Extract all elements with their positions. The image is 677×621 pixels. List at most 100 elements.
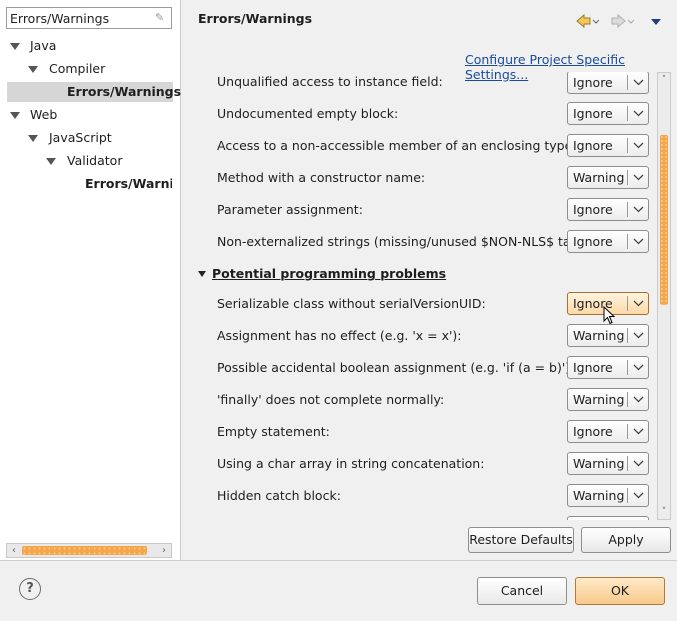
back-button[interactable]: [575, 12, 600, 30]
combo-divider: [627, 106, 628, 121]
combo-value: Ignore: [573, 202, 613, 217]
combo-value: Warning: [573, 456, 625, 471]
scrollbar-thumb[interactable]: [660, 135, 668, 305]
collapse-icon[interactable]: [10, 112, 20, 119]
collapse-icon[interactable]: [198, 271, 206, 277]
setting-label: Method with a constructor name:: [217, 170, 426, 185]
tree-item-javascript[interactable]: JavaScript: [8, 128, 168, 148]
content-vertical-scrollbar[interactable]: ˄ ˅: [657, 72, 671, 520]
tree-item-compiler[interactable]: Compiler: [8, 59, 168, 79]
tree-item-label: Compiler: [49, 61, 106, 76]
setting-combo[interactable]: Ignore: [567, 198, 649, 221]
setting-label: Access to a non-accessible member of an …: [217, 138, 577, 153]
scroll-right-icon[interactable]: ›: [158, 544, 170, 557]
chevron-down-icon: [633, 110, 644, 117]
combo-value: Warning: [573, 170, 625, 185]
filter-field[interactable]: ✎: [6, 7, 172, 29]
combo-divider: [627, 328, 628, 343]
combo-divider: [627, 202, 628, 217]
scroll-down-icon[interactable]: ˅: [659, 506, 669, 518]
tree-item-errors-warnings-web[interactable]: Errors/Warnings: [8, 174, 172, 194]
setting-combo[interactable]: Warning: [567, 324, 649, 347]
scroll-up-icon[interactable]: ˄: [659, 74, 669, 86]
combo-value: Ignore: [573, 424, 613, 439]
combo-value: Warning: [573, 392, 625, 407]
help-icon[interactable]: ?: [19, 578, 41, 600]
setting-combo[interactable]: Ignore: [567, 420, 649, 443]
setting-label: Possible accidental boolean assignment (…: [217, 360, 575, 375]
setting-combo[interactable]: Ignore: [567, 102, 649, 125]
collapse-icon[interactable]: [10, 43, 20, 50]
tree-item-java[interactable]: Java: [8, 36, 168, 56]
combo-divider: [627, 392, 628, 407]
chevron-down-icon: [633, 238, 644, 245]
view-menu-button[interactable]: [649, 12, 663, 30]
tree-item-web[interactable]: Web: [8, 105, 168, 125]
ok-button[interactable]: OK: [575, 577, 665, 605]
chevron-down-icon: [633, 428, 644, 435]
tree-item-errors-warnings-java[interactable]: Errors/Warnings: [8, 82, 181, 102]
combo-divider: [627, 75, 628, 90]
chevron-down-icon: [633, 174, 644, 181]
setting-combo[interactable]: Ignore: [567, 230, 649, 253]
setting-combo[interactable]: Warning: [567, 452, 649, 475]
preference-tree-panel: ✎ Java Compiler Errors/Warnings Web Java…: [0, 0, 181, 560]
forward-arrow-icon: [611, 13, 635, 29]
forward-button[interactable]: [610, 12, 635, 30]
setting-combo[interactable]: Warning: [567, 388, 649, 411]
combo-divider: [627, 456, 628, 471]
chevron-down-icon: [633, 79, 644, 86]
section-potential-programming-problems[interactable]: Potential programming problems: [198, 266, 446, 281]
setting-label: 'finally' does not complete normally:: [217, 392, 445, 407]
combo-value: Ignore: [573, 106, 613, 121]
combo-value: Warning: [573, 488, 625, 503]
view-menu-icon: [651, 19, 661, 25]
collapse-icon[interactable]: [28, 66, 38, 73]
tree-item-label: Validator: [67, 153, 123, 168]
tree-item-label: Java: [30, 38, 57, 53]
filter-input[interactable]: [10, 9, 150, 27]
combo-divider: [627, 296, 628, 311]
chevron-down-icon: [633, 460, 644, 467]
chevron-down-icon: [633, 492, 644, 499]
chevron-down-icon: [633, 396, 644, 403]
combo-value: Ignore: [573, 75, 613, 90]
chevron-down-icon: [633, 300, 644, 307]
back-arrow-icon: [576, 13, 600, 29]
settings-content: Unqualified access to instance field: Ig…: [184, 72, 657, 520]
combo-divider: [627, 424, 628, 439]
tree-horizontal-scrollbar[interactable]: ‹ ›: [6, 543, 172, 558]
chevron-down-icon: [633, 332, 644, 339]
setting-label: Non-externalized strings (missing/unused…: [217, 234, 588, 249]
setting-combo[interactable]: Warning: [567, 484, 649, 507]
setting-label: Serializable class without serialVersion…: [217, 296, 486, 311]
tree-item-validator[interactable]: Validator: [8, 151, 168, 171]
setting-combo-partial[interactable]: [567, 516, 649, 520]
combo-divider: [627, 488, 628, 503]
combo-divider: [627, 170, 628, 185]
setting-combo[interactable]: Ignore: [567, 356, 649, 379]
setting-label: Undocumented empty block:: [217, 106, 399, 121]
clear-filter-icon[interactable]: ✎: [155, 11, 167, 24]
setting-label: Parameter assignment:: [217, 202, 363, 217]
restore-defaults-button[interactable]: Restore Defaults: [468, 527, 574, 553]
scrollbar-thumb[interactable]: [22, 546, 147, 555]
mouse-cursor-icon: [603, 306, 616, 325]
setting-label: Unqualified access to instance field:: [217, 74, 443, 89]
setting-label: Using a char array in string concatenati…: [217, 456, 485, 471]
tree-item-label: JavaScript: [49, 130, 112, 145]
cancel-button[interactable]: Cancel: [477, 577, 567, 605]
scroll-left-icon[interactable]: ‹: [8, 544, 20, 557]
combo-value: Ignore: [573, 360, 613, 375]
collapse-icon[interactable]: [46, 158, 56, 165]
combo-value: Ignore: [573, 234, 613, 249]
setting-label: Empty statement:: [217, 424, 330, 439]
combo-value: Ignore: [573, 138, 613, 153]
setting-combo[interactable]: Warning: [567, 166, 649, 189]
chevron-down-icon: [633, 142, 644, 149]
setting-combo[interactable]: Ignore: [567, 134, 649, 157]
collapse-icon[interactable]: [28, 135, 38, 142]
page-title: Errors/Warnings: [198, 11, 313, 26]
apply-button[interactable]: Apply: [581, 527, 671, 553]
setting-combo[interactable]: Ignore: [567, 72, 649, 94]
